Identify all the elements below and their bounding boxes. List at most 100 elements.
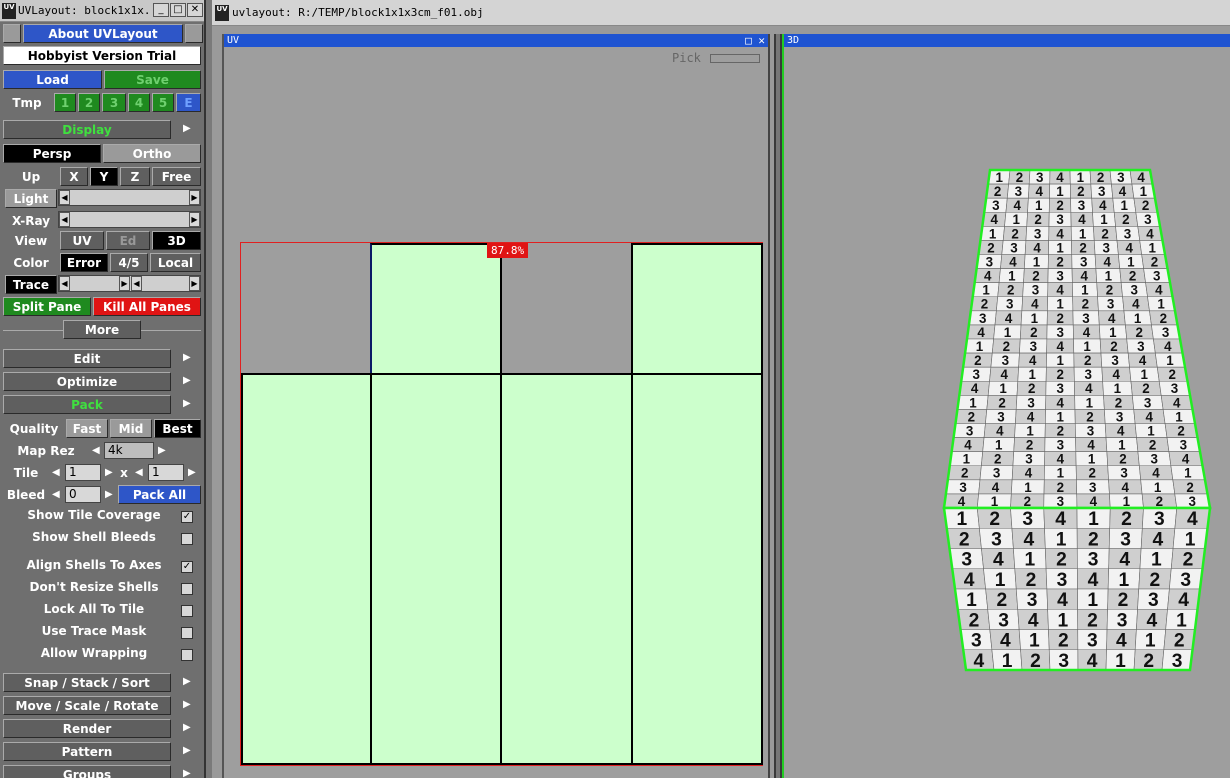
uv-shell-long-2[interactable] bbox=[370, 373, 502, 765]
optimize-expand-icon[interactable]: ▶ bbox=[183, 375, 191, 386]
uv-pane-buttons[interactable]: □ ✕ bbox=[745, 34, 765, 47]
option-row[interactable]: Show Shell Bleeds bbox=[0, 530, 204, 551]
color-local-button[interactable]: Local bbox=[150, 253, 201, 272]
minimize-button[interactable]: _ bbox=[153, 3, 169, 17]
tmp-slot-4[interactable]: 4 bbox=[128, 93, 150, 112]
option-checkbox[interactable] bbox=[181, 627, 193, 639]
bleed-field[interactable]: 0 bbox=[65, 486, 101, 503]
option-row[interactable]: Allow Wrapping bbox=[0, 646, 204, 667]
render-expand-icon[interactable]: ▶ bbox=[183, 722, 191, 733]
display-section-button[interactable]: Display bbox=[3, 120, 171, 139]
view-3d-button[interactable]: 3D bbox=[152, 231, 201, 250]
render-button[interactable]: Render bbox=[3, 719, 171, 738]
option-checkbox[interactable] bbox=[181, 649, 193, 661]
xray-slider[interactable]: ◀ ▶ bbox=[58, 211, 201, 228]
uv-shell-long-4[interactable] bbox=[631, 373, 763, 765]
pack-section-button[interactable]: Pack bbox=[3, 395, 171, 414]
trace-slider-left-icon[interactable]: ◀ bbox=[59, 276, 70, 291]
persp-button[interactable]: Persp bbox=[3, 144, 101, 163]
tmp-slot-5[interactable]: 5 bbox=[152, 93, 174, 112]
snap-stack-sort-button[interactable]: Snap / Stack / Sort bbox=[3, 673, 171, 692]
pattern-expand-icon[interactable]: ▶ bbox=[183, 745, 191, 756]
save-button[interactable]: Save bbox=[104, 70, 201, 89]
map-rez-decrease-icon[interactable]: ◀ bbox=[92, 445, 100, 456]
ortho-button[interactable]: Ortho bbox=[103, 144, 201, 163]
light-button[interactable]: Light bbox=[5, 189, 57, 208]
tile-y-decrease-icon[interactable]: ◀ bbox=[135, 467, 143, 478]
option-checkbox[interactable] bbox=[181, 533, 193, 545]
up-y-button[interactable]: Y bbox=[90, 167, 118, 186]
trace-slider-mid-left-icon[interactable]: ◀ bbox=[131, 276, 142, 291]
option-row[interactable]: Don't Resize Shells bbox=[0, 580, 204, 601]
option-row[interactable]: Use Trace Mask bbox=[0, 624, 204, 645]
option-checkbox[interactable] bbox=[181, 583, 193, 595]
panel-left-handle[interactable] bbox=[3, 24, 21, 43]
tmp-slot-2[interactable]: 2 bbox=[78, 93, 100, 112]
maximize-button[interactable]: □ bbox=[170, 3, 186, 17]
edit-expand-icon[interactable]: ▶ bbox=[183, 352, 191, 363]
panel-right-handle[interactable] bbox=[185, 24, 203, 43]
option-checkbox[interactable]: ✓ bbox=[181, 561, 193, 573]
trace-slider-right-icon[interactable]: ▶ bbox=[189, 276, 200, 291]
map-rez-field[interactable]: 4k bbox=[104, 442, 154, 459]
tmp-slot-1[interactable]: 1 bbox=[54, 93, 76, 112]
quality-best-button[interactable]: Best bbox=[154, 419, 201, 438]
uv-shell-top-1[interactable] bbox=[370, 243, 502, 375]
groups-button[interactable]: Groups bbox=[3, 765, 171, 778]
light-slider-right-icon[interactable]: ▶ bbox=[189, 190, 200, 205]
load-button[interactable]: Load bbox=[3, 70, 102, 89]
view-uv-button[interactable]: UV bbox=[60, 231, 104, 250]
groups-expand-icon[interactable]: ▶ bbox=[183, 768, 191, 778]
trace-slider-mid-right-icon[interactable]: ▶ bbox=[119, 276, 130, 291]
optimize-section-button[interactable]: Optimize bbox=[3, 372, 171, 391]
pack-all-button[interactable]: Pack All bbox=[118, 485, 201, 504]
trace-slider[interactable]: ◀ ▶ ◀ ▶ bbox=[58, 275, 201, 292]
light-slider[interactable]: ◀ ▶ bbox=[58, 189, 201, 206]
light-slider-left-icon[interactable]: ◀ bbox=[59, 190, 70, 205]
up-x-button[interactable]: X bbox=[60, 167, 88, 186]
quality-fast-button[interactable]: Fast bbox=[66, 419, 108, 438]
edit-section-button[interactable]: Edit bbox=[3, 349, 171, 368]
trace-button[interactable]: Trace bbox=[5, 275, 57, 294]
tile-x-field[interactable]: 1 bbox=[65, 464, 101, 481]
map-rez-increase-icon[interactable]: ▶ bbox=[158, 445, 166, 456]
up-free-button[interactable]: Free bbox=[152, 167, 201, 186]
more-button[interactable]: More bbox=[63, 320, 141, 339]
color-45-button[interactable]: 4/5 bbox=[110, 253, 148, 272]
tmp-slot-e[interactable]: E bbox=[176, 93, 201, 112]
pack-expand-icon[interactable]: ▶ bbox=[183, 398, 191, 409]
color-error-button[interactable]: Error bbox=[60, 253, 108, 272]
close-button[interactable]: ✕ bbox=[187, 3, 203, 17]
kill-all-panes-button[interactable]: Kill All Panes bbox=[93, 297, 201, 316]
xray-slider-left-icon[interactable]: ◀ bbox=[59, 212, 70, 227]
tile-y-field[interactable]: 1 bbox=[148, 464, 184, 481]
pane-separator[interactable] bbox=[774, 34, 782, 778]
tile-x-increase-icon[interactable]: ▶ bbox=[105, 467, 113, 478]
uv-shell-top-2[interactable] bbox=[631, 243, 763, 375]
xray-slider-right-icon[interactable]: ▶ bbox=[189, 212, 200, 227]
snap-expand-icon[interactable]: ▶ bbox=[183, 676, 191, 687]
option-row[interactable]: Align Shells To Axes ✓ bbox=[0, 558, 204, 579]
uv-shell-long-1[interactable] bbox=[241, 373, 372, 765]
3d-pane[interactable]: 3D 1234123423412341341234124123412312341… bbox=[782, 34, 1230, 778]
about-button[interactable]: About UVLayout bbox=[23, 24, 183, 43]
option-checkbox[interactable]: ✓ bbox=[181, 511, 193, 523]
quality-mid-button[interactable]: Mid bbox=[110, 419, 152, 438]
uv-pane[interactable]: UV □ ✕ Pick 87.8% bbox=[222, 34, 770, 778]
option-row[interactable]: Show Tile Coverage ✓ bbox=[0, 508, 204, 529]
bleed-decrease-icon[interactable]: ◀ bbox=[52, 489, 60, 500]
tile-y-increase-icon[interactable]: ▶ bbox=[188, 467, 196, 478]
move-scale-rotate-button[interactable]: Move / Scale / Rotate bbox=[3, 696, 171, 715]
pattern-button[interactable]: Pattern bbox=[3, 742, 171, 761]
tmp-slot-3[interactable]: 3 bbox=[102, 93, 126, 112]
option-row[interactable]: Lock All To Tile bbox=[0, 602, 204, 623]
bleed-increase-icon[interactable]: ▶ bbox=[105, 489, 113, 500]
option-checkbox[interactable] bbox=[181, 605, 193, 617]
move-expand-icon[interactable]: ▶ bbox=[183, 699, 191, 710]
uv-shell-long-3[interactable] bbox=[500, 373, 633, 765]
view-ed-button[interactable]: Ed bbox=[106, 231, 150, 250]
display-expand-icon[interactable]: ▶ bbox=[183, 123, 191, 134]
tile-x-decrease-icon[interactable]: ◀ bbox=[52, 467, 60, 478]
split-pane-button[interactable]: Split Pane bbox=[3, 297, 91, 316]
up-z-button[interactable]: Z bbox=[120, 167, 150, 186]
